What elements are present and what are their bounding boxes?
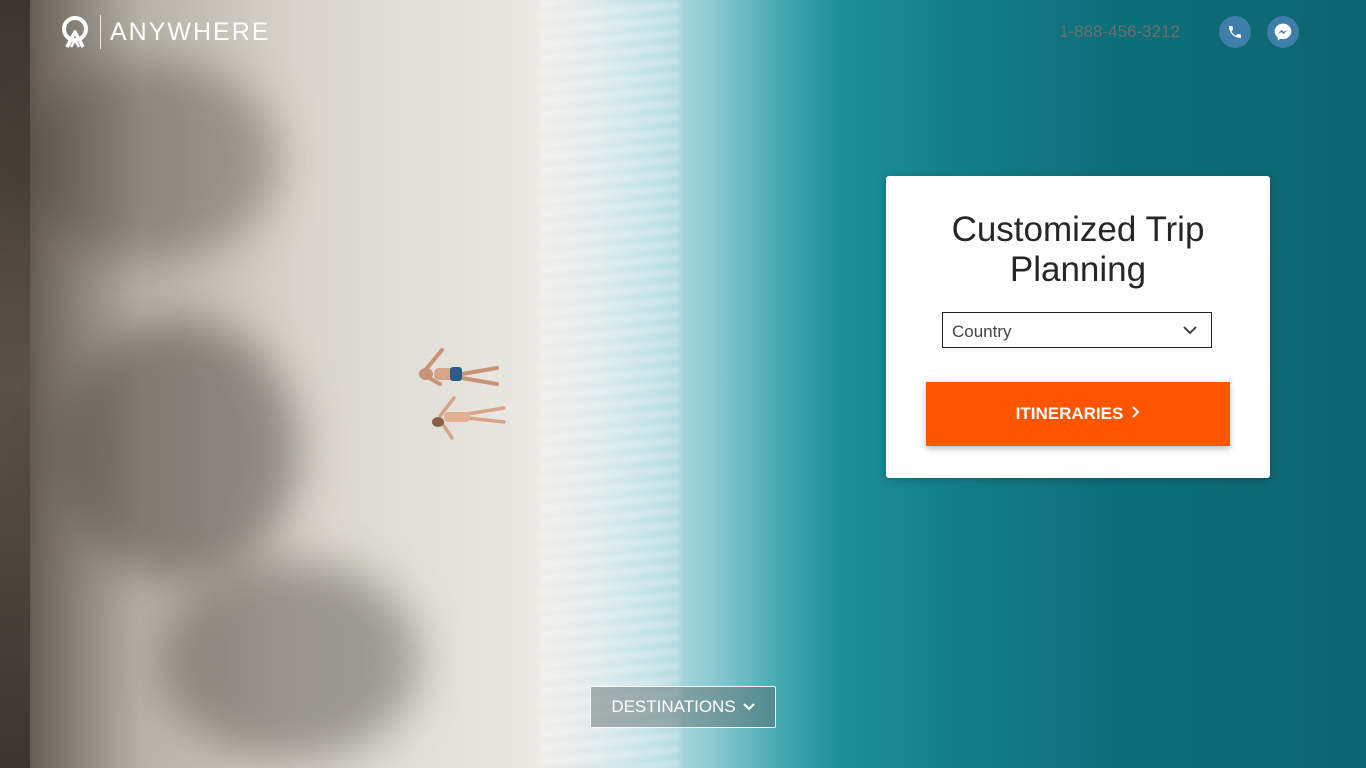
tree-shadow (20, 60, 280, 260)
country-select-value: Country (952, 322, 1012, 341)
messenger-button[interactable] (1267, 16, 1299, 48)
phone-number[interactable]: 1-888-456-3212 (1059, 22, 1180, 42)
brand-name: ANYWHERE (110, 17, 271, 46)
surf-foam (540, 0, 680, 768)
itineraries-button[interactable]: ITINERARIES (926, 382, 1230, 446)
call-button[interactable] (1219, 16, 1251, 48)
anywhere-logo-icon (62, 16, 88, 48)
trip-planning-card: Customized Trip Planning Country ITINERA… (886, 176, 1270, 478)
tree-shadow (160, 560, 420, 760)
destinations-button[interactable]: DESTINATIONS (590, 686, 776, 728)
tree-shadow (60, 320, 300, 580)
destinations-label: DESTINATIONS (611, 697, 736, 716)
phone-icon (1229, 26, 1241, 38)
card-title: Customized Trip Planning (951, 210, 1205, 289)
chevron-down-icon (742, 697, 755, 717)
chevron-right-icon (1131, 404, 1140, 424)
brand-logo[interactable]: ANYWHERE (58, 15, 270, 49)
messenger-icon (1274, 23, 1292, 41)
beach-shadow (0, 0, 30, 768)
itineraries-label: ITINERARIES (1015, 404, 1124, 423)
country-select[interactable]: Country (942, 312, 1212, 348)
chevron-down-icon (1183, 326, 1197, 335)
people-on-beach (419, 348, 506, 440)
logo-divider (100, 15, 101, 49)
